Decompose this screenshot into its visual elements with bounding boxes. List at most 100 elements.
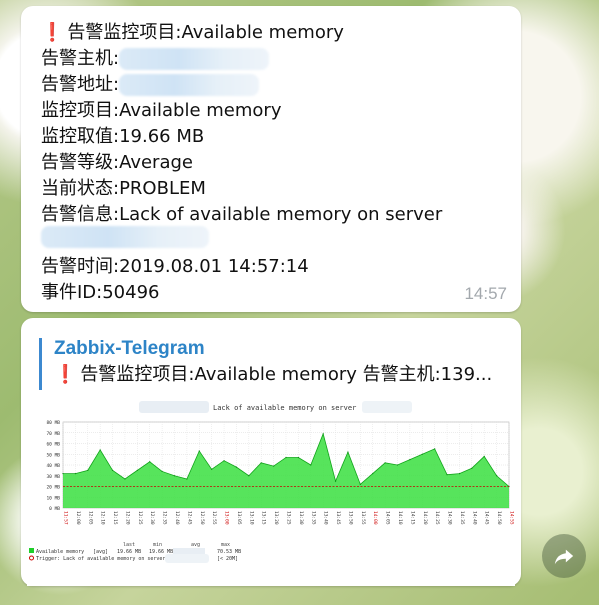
data-point xyxy=(62,473,64,475)
x-tick-label: 13:05 xyxy=(236,511,242,525)
data-point xyxy=(273,465,275,467)
redacted-trigger-host xyxy=(165,554,209,563)
x-tick-label: 14:05 xyxy=(385,511,391,525)
data-point xyxy=(87,469,89,471)
exclamation-icon: ❗ xyxy=(54,364,77,385)
data-point xyxy=(409,459,411,461)
y-tick-label: 30 MB xyxy=(46,474,60,480)
forward-button[interactable] xyxy=(542,534,586,578)
data-point xyxy=(99,449,101,451)
x-tick-label: 14:20 xyxy=(422,511,428,525)
x-tick-label: 13:35 xyxy=(310,511,316,525)
x-tick-label: 12:00 xyxy=(75,511,81,525)
legend-header-last: last xyxy=(123,542,135,548)
data-point xyxy=(297,456,299,459)
redacted-address xyxy=(119,74,260,96)
data-point xyxy=(396,464,399,466)
x-tick-label: 14:40 xyxy=(471,511,477,525)
alert-item-title: 告警监控项目:Available memory xyxy=(67,22,344,43)
redacted-host xyxy=(119,48,270,70)
data-point xyxy=(260,462,262,464)
data-point xyxy=(211,468,213,470)
x-tick-label: 12:35 xyxy=(162,511,168,525)
legend-avg-redacted xyxy=(173,548,205,554)
data-point xyxy=(173,475,176,477)
x-tick-label: 12:55 xyxy=(211,511,217,525)
x-tick-label: 12:20 xyxy=(124,511,130,525)
legend-swatch-series xyxy=(29,548,34,553)
alert-time: 告警时间:2019.08.01 14:57:14 xyxy=(41,256,309,277)
y-tick-label: 40 MB xyxy=(46,463,60,469)
data-point xyxy=(421,453,423,455)
data-point xyxy=(446,474,448,476)
data-point xyxy=(458,473,461,475)
alert-message-bubble[interactable]: ❗ 告警监控项目:Available memory 告警主机: 告警地址: 监控项… xyxy=(21,6,521,312)
y-tick-label: 70 MB xyxy=(46,431,60,437)
redacted-host-tag xyxy=(139,401,209,413)
data-point xyxy=(471,467,473,469)
exclamation-icon: ❗ xyxy=(41,22,64,43)
data-point xyxy=(124,478,126,480)
link-preview-bubble[interactable]: Zabbix-Telegram ❗ 告警监控项目:Available memory… xyxy=(21,318,521,586)
data-point xyxy=(347,451,349,453)
y-tick-label: 80 MB xyxy=(46,420,60,426)
alert-host-line: 告警主机: xyxy=(41,44,270,70)
data-point xyxy=(149,461,151,463)
preview-title: Zabbix-Telegram xyxy=(54,338,205,359)
x-tick-label: 13:15 xyxy=(261,511,267,525)
data-point xyxy=(434,448,436,450)
legend-trigger-label: Trigger: Lack of available memory on ser… xyxy=(36,556,165,562)
x-tick-label: 14:55 xyxy=(509,511,515,525)
legend-series-type: [avg] xyxy=(93,549,108,555)
x-tick-label: 13:40 xyxy=(323,511,329,525)
data-point xyxy=(248,475,250,477)
message-title-line: ❗ 告警监控项目:Available memory xyxy=(41,18,344,44)
graph-svg: Lack of available memory on server 0 MB1… xyxy=(27,398,515,586)
y-tick-label: 60 MB xyxy=(46,442,60,448)
legend-header-min: min xyxy=(153,542,162,548)
x-tick-label: 13:20 xyxy=(273,511,279,525)
alert-host-label: 告警主机: xyxy=(41,48,120,69)
legend-series-last: 19.66 MB xyxy=(117,549,141,555)
data-point xyxy=(74,473,76,475)
data-point xyxy=(322,433,324,435)
data-point xyxy=(186,478,188,480)
data-point xyxy=(372,473,374,475)
data-point xyxy=(310,464,312,466)
y-tick-label: 20 MB xyxy=(46,485,60,491)
x-tick-label: 13:10 xyxy=(248,511,254,525)
x-tick-label: 14:00 xyxy=(372,511,378,525)
x-tick-label: 14:25 xyxy=(434,511,440,525)
redacted-title-tag xyxy=(362,401,412,413)
x-tick-label: 13:45 xyxy=(335,511,341,525)
data-point xyxy=(483,455,485,457)
x-tick-label: 12:05 xyxy=(87,511,93,525)
zabbix-graph[interactable]: Lack of available memory on server 0 MB 1… xyxy=(27,398,515,586)
y-tick-label: 10 MB xyxy=(46,495,60,501)
x-tick-label: 14:15 xyxy=(409,511,415,525)
redacted-line xyxy=(41,226,209,248)
legend-trigger-threshold: [< 20M] xyxy=(217,556,238,562)
x-tick-label: 12:25 xyxy=(137,511,143,525)
data-point xyxy=(334,480,337,482)
data-point xyxy=(198,450,200,452)
x-tick-label: 11:57 xyxy=(63,511,69,525)
link-preview[interactable]: Zabbix-Telegram ❗ 告警监控项目:Available memory… xyxy=(39,338,499,390)
alert-value: 监控取值:19.66 MB xyxy=(41,126,205,147)
x-tick-label: 14:45 xyxy=(484,511,490,525)
redacted-text xyxy=(41,226,209,248)
x-tick-label: 13:50 xyxy=(347,511,353,525)
legend-header-max: max xyxy=(221,542,230,548)
x-tick-label: 13:25 xyxy=(286,511,292,525)
alert-address-label: 告警地址: xyxy=(41,74,120,95)
x-tick-label: 13:30 xyxy=(298,511,304,525)
legend-series-label: Available memory xyxy=(36,549,84,555)
y-tick-label: 50 MB xyxy=(46,452,60,458)
alert-info: 告警信息:Lack of available memory on server xyxy=(41,204,443,225)
x-tick-label: 13:00 xyxy=(224,511,230,525)
data-point xyxy=(223,460,225,462)
x-tick-label: 14:10 xyxy=(397,511,403,525)
chart-title: Lack of available memory on server xyxy=(213,404,356,412)
data-point xyxy=(285,456,287,459)
x-tick-label: 12:10 xyxy=(100,511,106,525)
